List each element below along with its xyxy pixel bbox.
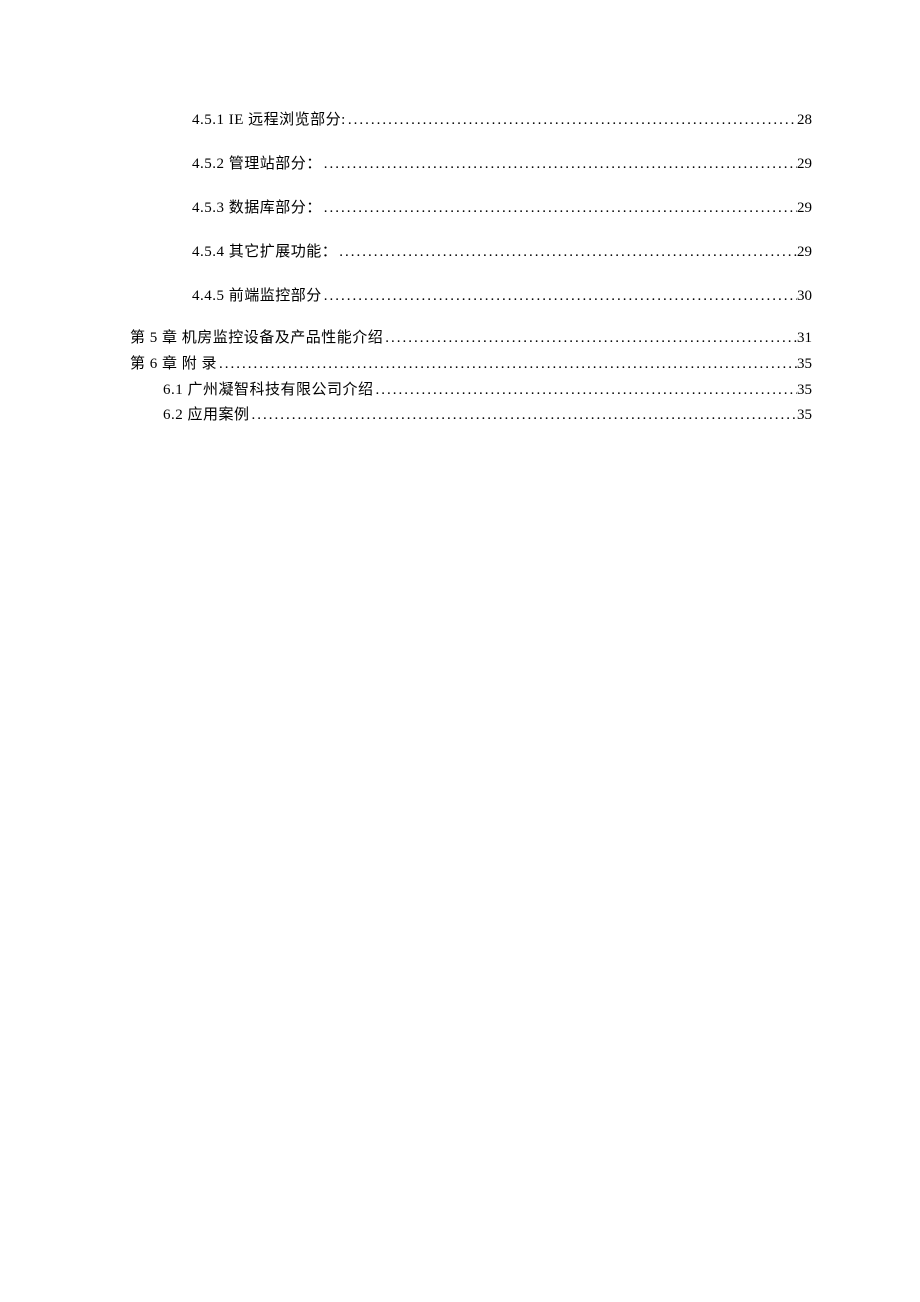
toc-label: 6.1 广州凝智科技有限公司介绍	[163, 380, 374, 402]
toc-entry: 4.4.5 前端监控部分 30	[130, 284, 812, 308]
toc-label: 第 5 章 机房监控设备及产品性能介绍	[130, 328, 383, 350]
toc-entry: 6.2 应用案例 35	[130, 405, 812, 427]
toc-page: 31	[797, 328, 812, 350]
toc-entry: 4.5.1 IE 远程浏览部分: 28	[130, 108, 812, 132]
toc-label: 4.5.4 其它扩展功能：	[192, 240, 337, 264]
toc-page: 29	[797, 196, 812, 220]
toc-page: 30	[797, 284, 812, 308]
toc-label: 6.2 应用案例	[163, 405, 250, 427]
toc-leader	[346, 108, 797, 132]
toc-entry: 第 6 章 附 录 35	[130, 354, 812, 376]
toc-label: 4.4.5 前端监控部分	[192, 284, 322, 308]
toc-page: 35	[797, 354, 812, 376]
toc-entry: 第 5 章 机房监控设备及产品性能介绍 31	[130, 328, 812, 350]
toc-entry: 6.1 广州凝智科技有限公司介绍 35	[130, 380, 812, 402]
toc-leader	[322, 152, 797, 176]
toc-leader	[383, 328, 797, 350]
toc-page: 29	[797, 240, 812, 264]
toc-page: 28	[797, 108, 812, 132]
toc-leader	[217, 354, 797, 376]
toc-page: 29	[797, 152, 812, 176]
toc-label: 4.5.1 IE 远程浏览部分:	[192, 108, 346, 132]
toc-entry: 4.5.2 管理站部分： 29	[130, 152, 812, 176]
toc-label: 4.5.3 数据库部分：	[192, 196, 322, 220]
toc-label: 4.5.2 管理站部分：	[192, 152, 322, 176]
toc-leader	[250, 405, 797, 427]
toc-page: 35	[797, 405, 812, 427]
toc-leader	[337, 240, 797, 264]
toc-entry: 4.5.4 其它扩展功能： 29	[130, 240, 812, 264]
toc-page: 35	[797, 380, 812, 402]
toc-leader	[322, 284, 797, 308]
toc-entry: 4.5.3 数据库部分： 29	[130, 196, 812, 220]
toc-label: 第 6 章 附 录	[130, 354, 217, 376]
toc-leader	[322, 196, 797, 220]
toc-leader	[374, 380, 797, 402]
